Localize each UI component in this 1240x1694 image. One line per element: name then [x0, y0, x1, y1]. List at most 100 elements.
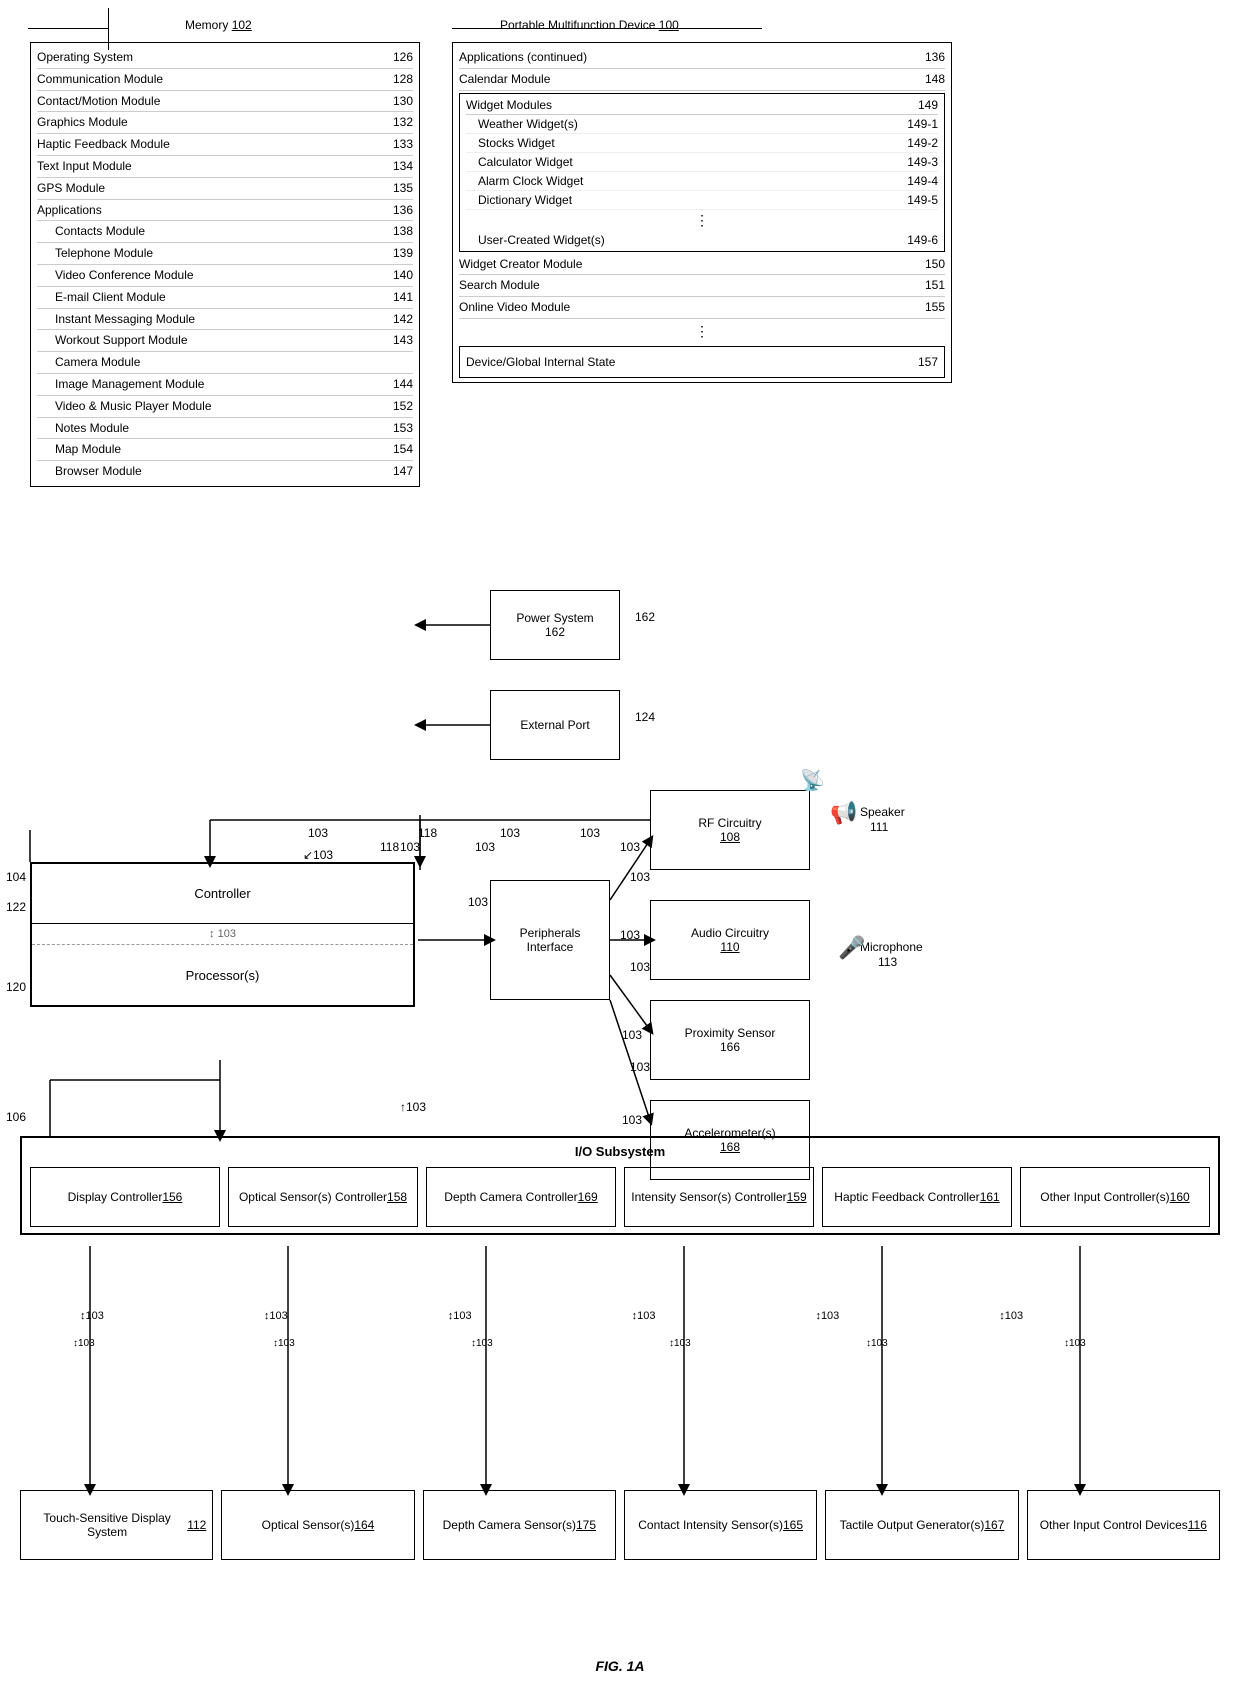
- pmd-row-video: Online Video Module 155: [459, 297, 945, 319]
- io-grid: Display Controller 156 Optical Sensor(s)…: [30, 1167, 1210, 1227]
- memory-row-text: Text Input Module 134: [37, 156, 413, 178]
- other-input-devices-cell: Other Input Control Devices 116: [1027, 1490, 1220, 1560]
- memory-row-haptic: Haptic Feedback Module 133: [37, 134, 413, 156]
- memory-row-contact: Contact/Motion Module 130: [37, 91, 413, 113]
- memory-row-camera: Camera Module: [37, 352, 413, 374]
- processor-label: Processor(s): [32, 945, 413, 1005]
- memory-row-gps: GPS Module 135: [37, 178, 413, 200]
- pmd-box: Applications (continued) 136 Calendar Mo…: [452, 42, 952, 383]
- pmd-label: Portable Multifunction Device 100: [500, 18, 679, 32]
- memory-row-imagemanage: Image Management Module 144: [37, 374, 413, 396]
- memory-row-email: E-mail Client Module 141: [37, 287, 413, 309]
- ref-106: 106: [6, 1110, 26, 1124]
- ref-122: 122: [6, 900, 26, 914]
- memory-row-apps-header: Applications 136: [37, 200, 413, 222]
- ref-103-ctrl: 103: [468, 895, 488, 909]
- external-ref: 124: [635, 710, 655, 724]
- memory-row-os: Operating System 126: [37, 47, 413, 69]
- bus-103-c: 103: [475, 840, 495, 854]
- microphone-label: Microphone: [860, 940, 923, 954]
- optical-controller-cell: Optical Sensor(s) Controller 158: [228, 1167, 418, 1227]
- pmd-row-apps-cont: Applications (continued) 136: [459, 47, 945, 69]
- diagram: Memory 102 Operating System 126 Communic…: [0, 0, 1240, 1694]
- display-controller-cell: Display Controller 156: [30, 1167, 220, 1227]
- memory-row-map: Map Module 154: [37, 439, 413, 461]
- figure-label: FIG. 1A: [595, 1658, 644, 1674]
- bus-103-b: 103: [400, 840, 420, 854]
- memory-row-telephone: Telephone Module 139: [37, 243, 413, 265]
- arr-103-6: ↕103: [1064, 1338, 1086, 1349]
- memory-row-notes: Notes Module 153: [37, 418, 413, 440]
- microphone-ref: 113: [878, 955, 897, 969]
- pmd-row-calendar: Calendar Module 148: [459, 69, 945, 91]
- touch-display-cell: Touch-Sensitive Display System 112: [20, 1490, 213, 1560]
- memory-row-contacts: Contacts Module 138: [37, 221, 413, 243]
- device-global-state: Device/Global Internal State 157: [459, 346, 945, 378]
- power-system-box: Power System 162: [490, 590, 620, 660]
- contact-intensity-cell: Contact Intensity Sensor(s) 165: [624, 1490, 817, 1560]
- microphone-icon: 🎤: [838, 935, 865, 961]
- memory-box: Operating System 126 Communication Modul…: [30, 42, 420, 487]
- intensity-controller-cell: Intensity Sensor(s) Controller 159: [624, 1167, 814, 1227]
- tactile-output-cell: Tactile Output Generator(s) 167: [825, 1490, 1018, 1560]
- bus-103-d: 103: [620, 840, 640, 854]
- haptic-controller-cell: Haptic Feedback Controller 161: [822, 1167, 1012, 1227]
- bus-103-h: ↑103: [400, 1100, 426, 1114]
- memory-row-comm: Communication Module 128: [37, 69, 413, 91]
- memory-row-im: Instant Messaging Module 142: [37, 309, 413, 331]
- ref-103-prox: 103: [622, 1028, 642, 1042]
- rf-circuitry-box: RF Circuitry 108: [650, 790, 810, 870]
- widget-weather: Weather Widget(s) 149-1: [466, 115, 938, 134]
- arr-103-2: ↕103: [273, 1338, 295, 1349]
- bus-103-a: ↙103: [303, 848, 333, 862]
- power-ref: 162: [635, 610, 655, 624]
- bus-103-f: 103: [630, 960, 650, 974]
- ctrl-processor-box: Controller ↕ 103 Processor(s): [30, 862, 415, 1007]
- controller-label: Controller: [32, 864, 413, 924]
- io-subsystem-box: I/O Subsystem Display Controller 156 Opt…: [20, 1136, 1220, 1235]
- sensor-row: Touch-Sensitive Display System 112 Optic…: [20, 1490, 1220, 1560]
- io-title: I/O Subsystem: [30, 1144, 1210, 1159]
- ref-118-label: 118: [418, 826, 437, 840]
- memory-row-videoplayer: Video & Music Player Module 152: [37, 396, 413, 418]
- arr-103-4: ↕103: [669, 1338, 691, 1349]
- bus-103-e: 103: [630, 870, 650, 884]
- other-controller-cell: Other Input Controller(s) 160: [1020, 1167, 1210, 1227]
- memory-row-workout: Workout Support Module 143: [37, 330, 413, 352]
- speaker-icon: 📢: [830, 800, 857, 826]
- speaker-label: Speaker: [860, 805, 905, 819]
- proximity-sensor-box: Proximity Sensor 166: [650, 1000, 810, 1080]
- peripherals-interface-box: PeripheralsInterface: [490, 880, 610, 1000]
- widget-subbox: Widget Modules 149 Weather Widget(s) 149…: [459, 93, 945, 252]
- ref-104: 104: [6, 870, 26, 884]
- widget-dots: ⋮: [466, 210, 938, 231]
- audio-circuitry-box: Audio Circuitry 110: [650, 900, 810, 980]
- widget-header: Widget Modules 149: [466, 96, 938, 115]
- memory-row-graphics: Graphics Module 132: [37, 112, 413, 134]
- arr-103-3: ↕103: [471, 1338, 493, 1349]
- depth-camera-controller-cell: Depth Camera Controller 169: [426, 1167, 616, 1227]
- pmd-dots: ⋮: [459, 319, 945, 344]
- ref-103-b: 103: [500, 826, 520, 840]
- widget-alarm: Alarm Clock Widget 149-4: [466, 172, 938, 191]
- widget-calculator: Calculator Widget 149-3: [466, 153, 938, 172]
- ref-103-accel: 103: [622, 1113, 642, 1127]
- arr-103-1: ↕103: [73, 1338, 95, 1349]
- widget-dictionary: Dictionary Widget 149-5: [466, 191, 938, 210]
- speaker-ref: 111: [870, 820, 888, 834]
- depth-camera-sensor-cell: Depth Camera Sensor(s) 175: [423, 1490, 616, 1560]
- memory-row-videoconf: Video Conference Module 140: [37, 265, 413, 287]
- pmd-row-search: Search Module 151: [459, 275, 945, 297]
- io-arrows-row: ↕103 ↕103 ↕103 ↕103 ↕103 ↕103: [80, 1310, 1023, 1322]
- antenna-icon: 📡: [800, 768, 825, 793]
- bus-103-ctrl: ↕ 103: [32, 924, 413, 945]
- bus-118: 118: [380, 840, 399, 854]
- arr-103-5: ↕103: [866, 1338, 888, 1349]
- ref-103-audio: 103: [620, 928, 640, 942]
- ref-103-c: 103: [580, 826, 600, 840]
- widget-stocks: Stocks Widget 149-2: [466, 134, 938, 153]
- optical-sensor-cell: Optical Sensor(s) 164: [221, 1490, 414, 1560]
- memory-row-browser: Browser Module 147: [37, 461, 413, 482]
- widget-user-created: User-Created Widget(s) 149-6: [466, 231, 938, 249]
- memory-label: Memory 102: [185, 18, 252, 32]
